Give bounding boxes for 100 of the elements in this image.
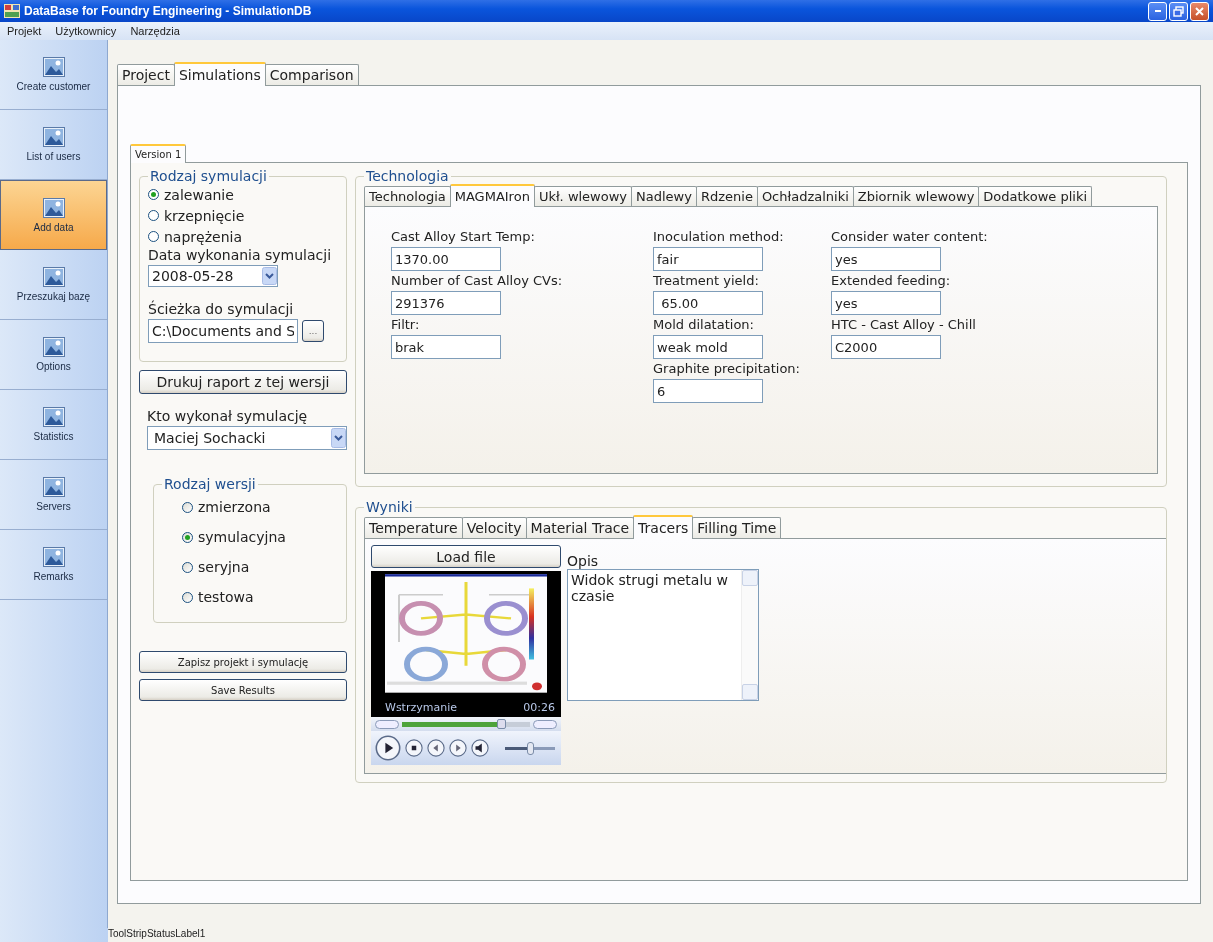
input-field[interactable]: yes (831, 291, 941, 315)
radio-button[interactable] (148, 189, 159, 200)
field-label: Mold dilatation: (653, 316, 755, 334)
slider-thumb[interactable] (497, 719, 507, 729)
tab[interactable]: Zbiornik wlewowy (852, 186, 980, 206)
tab[interactable]: Temperature (364, 517, 463, 538)
sidebar-item[interactable]: Options (0, 320, 107, 390)
tab[interactable]: Rdzenie (695, 186, 758, 206)
tab[interactable]: Velocity (461, 517, 527, 538)
save-results-button[interactable]: Save Results (139, 679, 347, 701)
menu-item[interactable]: Projekt (0, 25, 49, 37)
field-label: Treatment yield: (653, 272, 760, 290)
radio-button[interactable] (182, 531, 193, 543)
tab[interactable]: Simulations (173, 62, 266, 86)
image-icon (42, 127, 65, 147)
description-area[interactable]: Widok strugi metalu w czasie (567, 569, 759, 701)
field-label: Inoculation method: (653, 228, 785, 246)
image-icon (42, 477, 65, 497)
tab[interactable]: MAGMAIron (449, 184, 535, 207)
close-button[interactable] (1190, 1, 1209, 21)
sidebar-item[interactable]: Remarks (0, 530, 107, 600)
tab[interactable]: Project (117, 64, 175, 85)
save-project-button[interactable]: Zapisz projekt i symulację (139, 651, 347, 673)
time-display: 00:26 (523, 701, 555, 714)
field-label: HTC - Cast Alloy - Chill (831, 316, 977, 334)
input-field[interactable]: yes (831, 247, 941, 271)
image-icon (42, 57, 65, 77)
tab[interactable]: Ukł. wlewowy (533, 186, 633, 206)
radio-label: zalewanie (164, 186, 234, 203)
sidebar-item[interactable]: Przeszukaj bazę (0, 250, 107, 320)
play-button[interactable] (375, 735, 401, 761)
menu-item[interactable]: Użytkownicy (48, 25, 124, 37)
radio-button[interactable] (148, 231, 159, 242)
author-dropdown[interactable]: Maciej Sochacki (147, 426, 347, 450)
tab[interactable]: Tracers (633, 515, 694, 539)
tab[interactable]: Version 1 (130, 144, 187, 163)
image-icon (42, 197, 65, 218)
radio-button[interactable] (182, 561, 193, 573)
sidebar-item[interactable]: Statistics (0, 390, 107, 460)
radio-label: krzepnięcie (164, 207, 245, 224)
sidebar-item[interactable]: Create customer (0, 40, 107, 110)
stop-button[interactable] (405, 739, 423, 757)
minimize-button[interactable] (1148, 1, 1167, 21)
input-field[interactable]: 1370.00 (391, 247, 501, 271)
input-field[interactable]: C:\Documents and S (148, 319, 298, 343)
menu-item[interactable]: Narzędzia (123, 25, 187, 37)
input-field[interactable]: fair (653, 247, 763, 271)
field-label: Kto wykonał symulację (147, 408, 309, 424)
tab[interactable]: Material Trace (525, 517, 635, 538)
input-field[interactable]: 65.00 (653, 291, 763, 315)
browse-button[interactable]: ... (302, 320, 324, 342)
scrollbar[interactable] (741, 570, 758, 700)
seek-bar[interactable] (402, 719, 530, 729)
tab[interactable]: Technologia (364, 186, 451, 206)
radio-button[interactable] (182, 501, 193, 513)
tab[interactable]: Comparison (264, 64, 359, 85)
close-icon (1194, 5, 1205, 17)
image-icon (42, 547, 65, 567)
minimize-icon (1154, 10, 1161, 12)
window-title: DataBase for Foundry Engineering - SimulationDB (24, 4, 312, 18)
restore-button[interactable] (1169, 1, 1188, 21)
restore-icon (1173, 5, 1184, 17)
input-field[interactable]: brak (391, 335, 501, 359)
group-title: Wyniki (365, 499, 414, 515)
sidebar-item[interactable]: Servers (0, 460, 107, 530)
radio-label: zmierzona (198, 499, 271, 515)
input-field[interactable]: weak mold (653, 335, 763, 359)
caret-icon (262, 267, 277, 285)
tab[interactable]: Nadlewy (631, 186, 697, 206)
input-field[interactable]: 6 (653, 379, 763, 403)
tab[interactable]: Ochładzalniki (756, 186, 854, 206)
date-picker[interactable]: 2008-05-28 (148, 265, 278, 287)
radio-button[interactable] (182, 591, 193, 603)
previous-button[interactable] (427, 739, 445, 757)
field-label: Ścieżka do symulacji (148, 301, 295, 317)
group-title: Technologia (365, 168, 450, 184)
input-field[interactable]: 291376 (391, 291, 501, 315)
load-file-button[interactable]: Load file (371, 545, 561, 568)
speaker-icon[interactable] (471, 739, 489, 757)
image-icon (42, 267, 65, 287)
field-label: Number of Cast Alloy CVs: (391, 272, 564, 290)
field-label: Extended feeding: (831, 272, 952, 290)
group-title: Rodzaj wersji (163, 476, 257, 492)
tab[interactable]: Filling Time (692, 517, 782, 538)
status-label: ToolStripStatusLabel1 (108, 928, 206, 941)
field-label: Data wykonania symulacji (148, 247, 333, 263)
sidebar-item[interactable]: Add data (0, 180, 107, 250)
field-label: Graphite precipitation: (653, 360, 801, 378)
caret-icon (331, 428, 346, 448)
tab[interactable]: Dodatkowe pliki (978, 186, 1093, 206)
field-label: Cast Alloy Start Temp: (391, 228, 536, 246)
slider-thumb[interactable] (526, 741, 534, 755)
radio-label: testowa (198, 589, 254, 605)
radio-button[interactable] (148, 210, 159, 221)
app-icon (4, 4, 20, 18)
input-field[interactable]: C2000 (831, 335, 941, 359)
field-label: Opis (567, 553, 600, 569)
print-report-button[interactable]: Drukuj raport z tej wersji (139, 370, 347, 394)
next-button[interactable] (449, 739, 467, 757)
image-icon (42, 407, 65, 427)
